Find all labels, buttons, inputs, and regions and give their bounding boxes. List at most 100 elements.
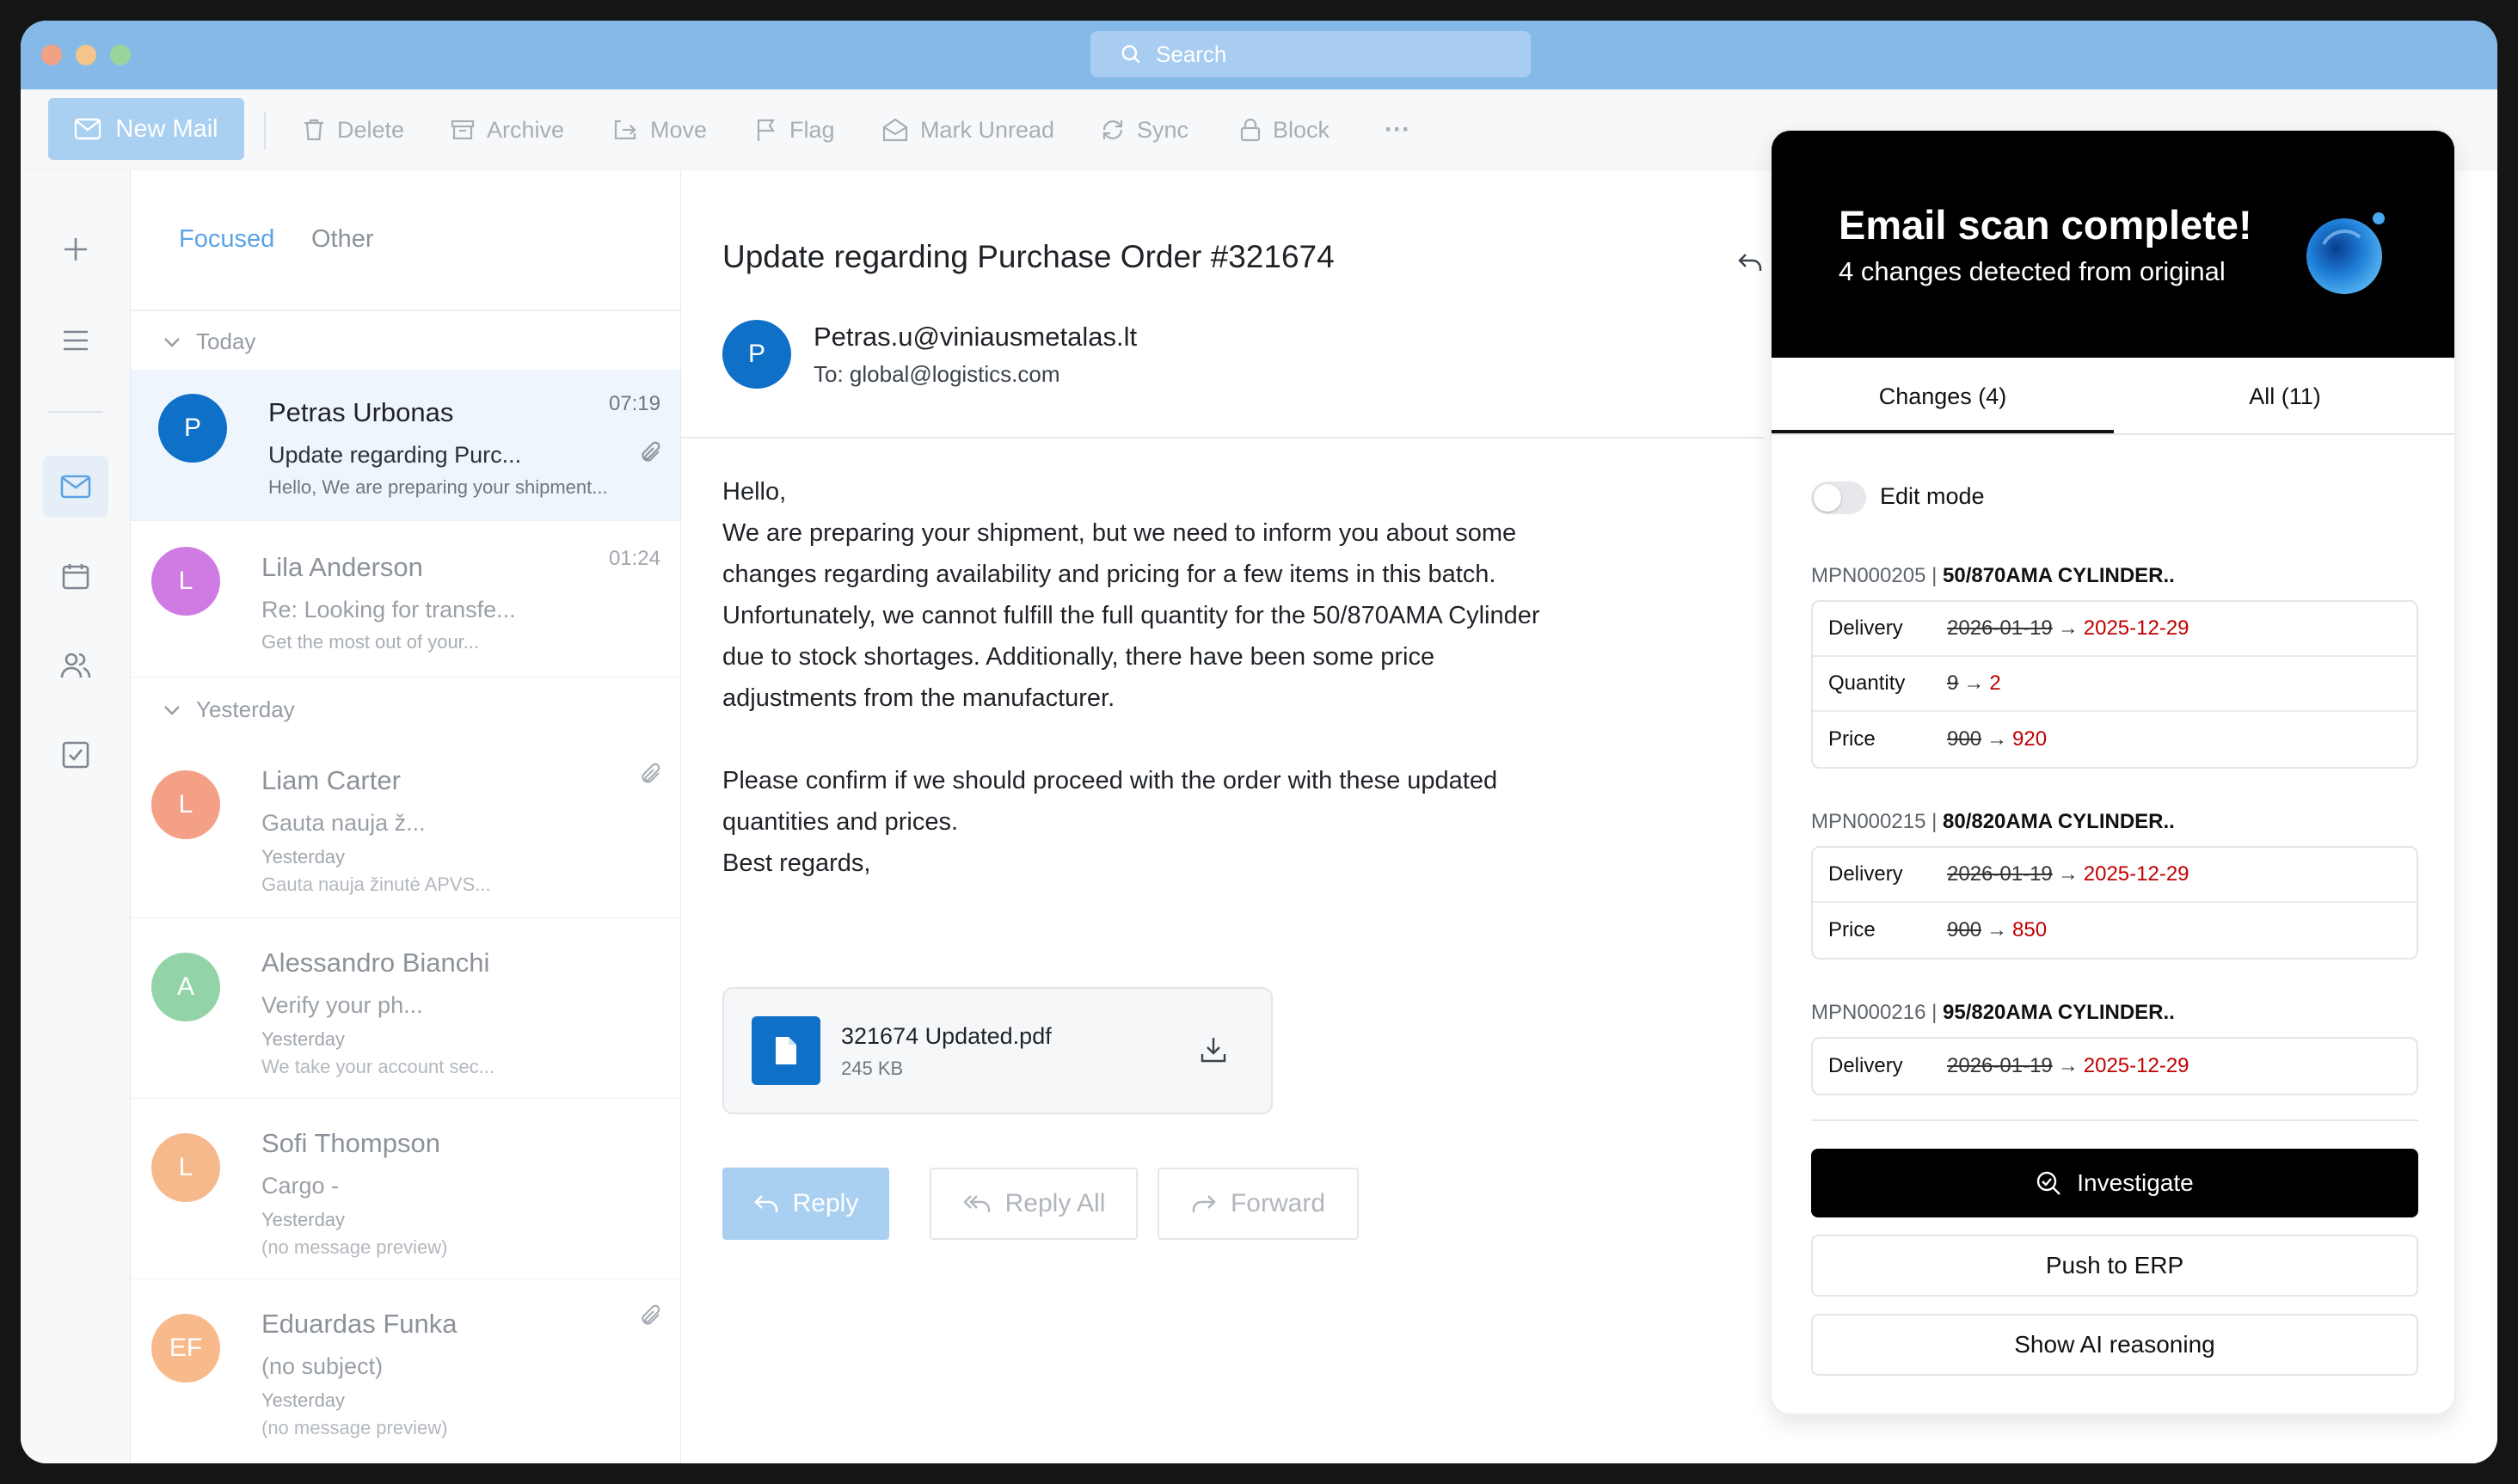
close-window-button[interactable] [41,45,62,65]
maximize-window-button[interactable] [110,45,131,65]
mail-nav[interactable] [43,456,108,518]
list-divider [131,310,680,311]
mail-icon [75,118,101,140]
change-table: Delivery 2026-01-19 → 2025-12-29 [1811,1037,2418,1095]
envelope-open-icon [882,118,908,142]
new-mail-button[interactable]: New Mail [48,98,244,160]
avatar: L [151,547,220,616]
arrow-icon: → [2057,862,2079,886]
sender-name: Eduardas Funka [261,1309,458,1339]
tasks-nav[interactable] [43,724,108,786]
arrow-icon: → [2057,616,2079,640]
tab-all[interactable]: All (11) [2114,358,2454,435]
sender-name: Alessandro Bianchi [261,947,490,978]
group-today[interactable]: Today [163,328,255,355]
change-row: Delivery 2026-01-19 → 2025-12-29 [1813,1039,2417,1094]
new-value: 2025-12-29 [2083,616,2189,640]
item-separator: | [1931,564,1938,587]
reply-all-button[interactable]: Reply All [930,1168,1138,1240]
message-day: Yesterday [261,1389,346,1411]
group-yesterday[interactable]: Yesterday [163,696,295,723]
list-item[interactable]: L Sofi Thompson Cargo - Yesterday (no me… [131,1099,680,1279]
ai-orb-icon [2306,212,2385,294]
attachment-card[interactable]: 321674 Updated.pdf 245 KB [722,987,1273,1114]
flag-button[interactable]: Flag [755,89,835,170]
message-subject: Re: Looking for transfe... [261,597,516,622]
reply-all-label: Reply All [1004,1189,1106,1217]
download-icon[interactable] [1199,1035,1228,1064]
reply-arrow-icon[interactable] [1737,251,1763,273]
sender-avatar: P [722,320,791,389]
message-preview: Gauta nauja žinutė APVS... [261,874,491,895]
field-change: 2026-01-19 → 2025-12-29 [1947,616,2189,641]
item-code: MPN000205 [1811,564,1926,587]
list-item[interactable]: A Alessandro Bianchi Verify your ph... Y… [131,918,680,1099]
tab-focused[interactable]: Focused [179,225,274,254]
tab-other[interactable]: Other [311,225,374,254]
avatar: EF [151,1314,220,1383]
investigate-button[interactable]: Investigate [1811,1149,2418,1217]
list-item[interactable]: EF Eduardas Funka (no subject) Yesterday… [131,1279,680,1463]
new-mail-label: New Mail [115,114,218,143]
list-item[interactable]: L Lila Anderson 01:24 Re: Looking for tr… [131,521,680,678]
to-label: To: [814,361,844,387]
title-bar: Search [21,21,2497,89]
archive-button[interactable]: Archive [451,89,564,170]
group-yesterday-label: Yesterday [196,696,295,722]
mail-icon [60,475,91,499]
header-divider [681,437,1765,438]
reply-button[interactable]: Reply [722,1168,889,1240]
new-value: 2025-12-29 [2083,1054,2189,1077]
more-button[interactable]: ··· [1385,89,1410,170]
push-to-erp-button[interactable]: Push to ERP [1811,1235,2418,1297]
sender-name: Sofi Thompson [261,1128,440,1158]
body-line: changes regarding availability and prici… [722,561,1496,588]
show-ai-reasoning-button[interactable]: Show AI reasoning [1811,1314,2418,1376]
move-button[interactable]: Move [612,89,707,170]
block-button[interactable]: Block [1240,89,1330,170]
toolbar-divider [264,112,266,150]
list-item[interactable]: L Liam Carter Gauta nauja ž... Yesterday… [131,738,680,918]
old-value: 900 [1947,918,1982,941]
mark-unread-button[interactable]: Mark Unread [882,89,1054,170]
chevron-down-icon [164,705,180,715]
checkbox-icon [62,741,89,769]
field-label: Price [1828,918,1876,941]
old-value: 2026-01-19 [1947,862,2053,886]
old-value: 9 [1947,671,1959,695]
sync-button[interactable]: Sync [1101,89,1188,170]
field-label: Delivery [1828,862,1903,886]
people-nav[interactable] [43,635,108,696]
field-label: Delivery [1828,616,1903,640]
tab-changes[interactable]: Changes (4) [1772,358,2114,435]
field-label: Price [1828,727,1876,751]
search-input[interactable]: Search [1090,31,1531,77]
list-item[interactable]: P Petras Urbonas 07:19 Update regarding … [131,370,680,521]
panel-divider [1811,1119,2418,1121]
item-code: MPN000215 [1811,810,1926,833]
recipient-line: To: global@logistics.com [814,361,1060,388]
edit-mode-toggle[interactable] [1811,481,1866,514]
item-name: 95/820AMA CYLINDER.. [1943,1001,2175,1024]
field-change: 900 → 850 [1947,918,2047,942]
delete-label: Delete [337,116,405,143]
minimize-window-button[interactable] [76,45,96,65]
message-preview: (no message preview) [261,1236,448,1258]
trash-icon [304,119,323,141]
sender-email[interactable]: Petras.u@viniausmetalas.lt [814,322,1137,353]
message-day: Yesterday [261,846,346,868]
message-subject: Cargo - [261,1173,340,1199]
recipient-email[interactable]: global@logistics.com [850,361,1060,387]
old-value: 2026-01-19 [1947,1054,2053,1077]
reply-label: Reply [792,1189,859,1217]
message-preview: We take your account sec... [261,1056,495,1077]
menu-button[interactable] [43,310,108,371]
forward-button[interactable]: Forward [1158,1168,1359,1240]
delete-button[interactable]: Delete [303,89,404,170]
calendar-nav[interactable] [43,545,108,607]
change-table: Delivery 2026-01-19 → 2025-12-29 Price 900… [1811,846,2418,960]
search-check-icon [2037,1171,2061,1195]
add-button[interactable] [43,218,108,280]
message-preview: Get the most out of your... [261,631,480,653]
attachment-size: 245 KB [841,1058,904,1079]
